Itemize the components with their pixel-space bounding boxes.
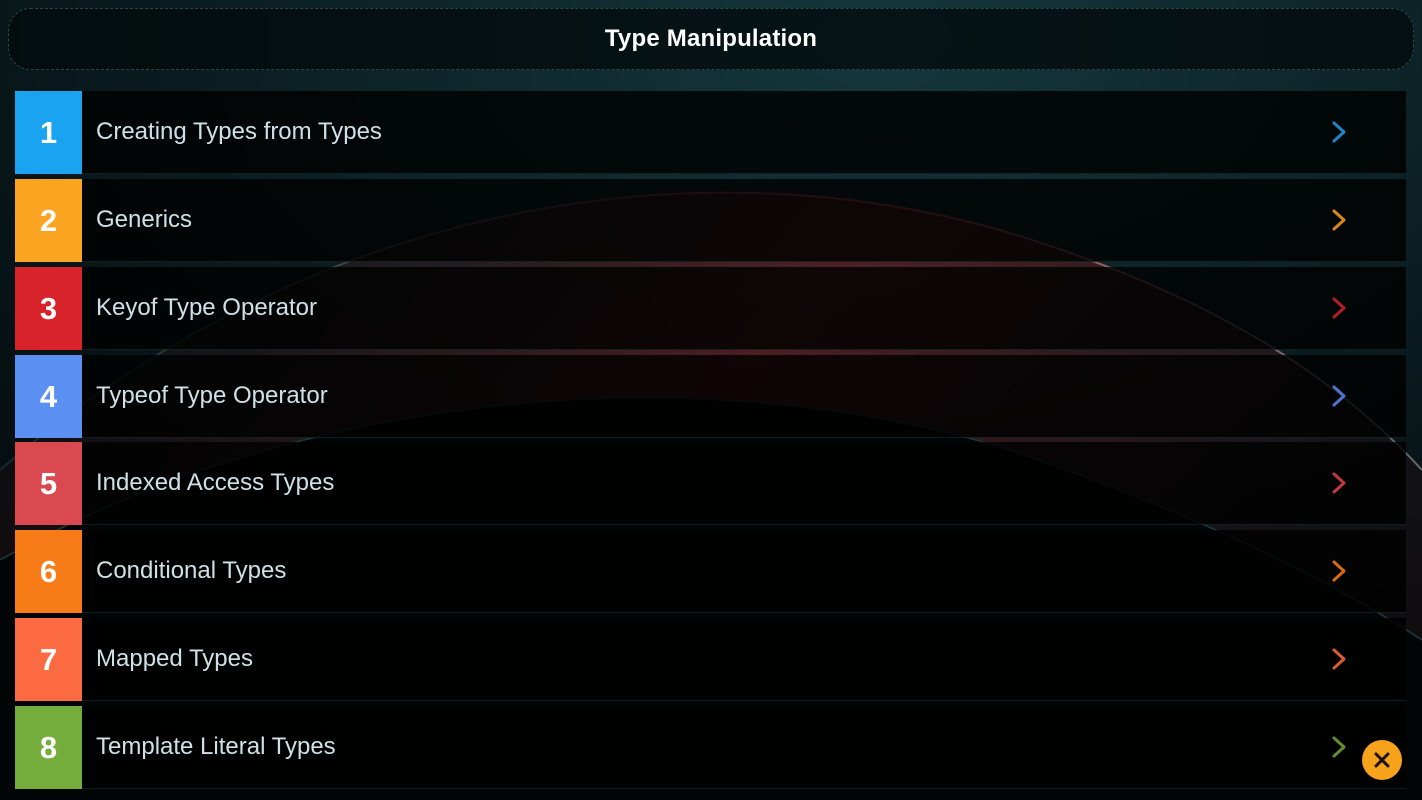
item-number-badge: 1 — [15, 91, 82, 174]
chevron-right-icon — [1332, 648, 1346, 670]
list-item-1[interactable]: 1 Creating Types from Types — [15, 91, 1406, 174]
list-item-3[interactable]: 3 Keyof Type Operator — [15, 267, 1406, 350]
chevron-right-icon — [1332, 121, 1346, 143]
item-number-badge: 8 — [15, 706, 82, 789]
list-item-7[interactable]: 7 Mapped Types — [15, 618, 1406, 701]
chevron-right-icon — [1332, 385, 1346, 407]
item-label: Generics — [96, 206, 193, 233]
item-label: Indexed Access Types — [96, 469, 335, 496]
item-label: Keyof Type Operator — [96, 294, 318, 321]
item-number-badge: 5 — [15, 442, 82, 525]
item-number-badge: 4 — [15, 355, 82, 438]
chevron-right-icon — [1332, 209, 1346, 231]
list-item-4[interactable]: 4 Typeof Type Operator — [15, 355, 1406, 438]
item-body: Indexed Access Types — [82, 442, 1406, 525]
item-number-badge: 3 — [15, 267, 82, 350]
list-item-2[interactable]: 2 Generics — [15, 179, 1406, 262]
item-body: Mapped Types — [82, 618, 1406, 701]
item-number-badge: 7 — [15, 618, 82, 701]
chevron-right-icon — [1332, 560, 1346, 582]
item-label: Mapped Types — [96, 645, 253, 672]
item-body: Keyof Type Operator — [82, 267, 1406, 350]
item-body: Typeof Type Operator — [82, 355, 1406, 438]
item-number-badge: 6 — [15, 530, 82, 613]
title-bar: Type Manipulation — [8, 8, 1414, 70]
chevron-right-icon — [1332, 472, 1346, 494]
close-icon — [1374, 752, 1390, 768]
chevron-right-icon — [1332, 297, 1346, 319]
item-label: Typeof Type Operator — [96, 382, 328, 409]
list-item-6[interactable]: 6 Conditional Types — [15, 530, 1406, 613]
item-body: Creating Types from Types — [82, 91, 1406, 174]
item-body: Template Literal Types — [82, 706, 1406, 789]
item-body: Generics — [82, 179, 1406, 262]
item-label: Template Literal Types — [96, 733, 336, 760]
item-label: Creating Types from Types — [96, 118, 382, 145]
close-button[interactable] — [1362, 740, 1402, 780]
list-item-8[interactable]: 8 Template Literal Types — [15, 706, 1406, 789]
item-label: Conditional Types — [96, 557, 287, 584]
item-body: Conditional Types — [82, 530, 1406, 613]
item-number-badge: 2 — [15, 179, 82, 262]
chevron-right-icon — [1332, 736, 1346, 758]
list-item-5[interactable]: 5 Indexed Access Types — [15, 442, 1406, 525]
page-title: Type Manipulation — [604, 25, 818, 52]
